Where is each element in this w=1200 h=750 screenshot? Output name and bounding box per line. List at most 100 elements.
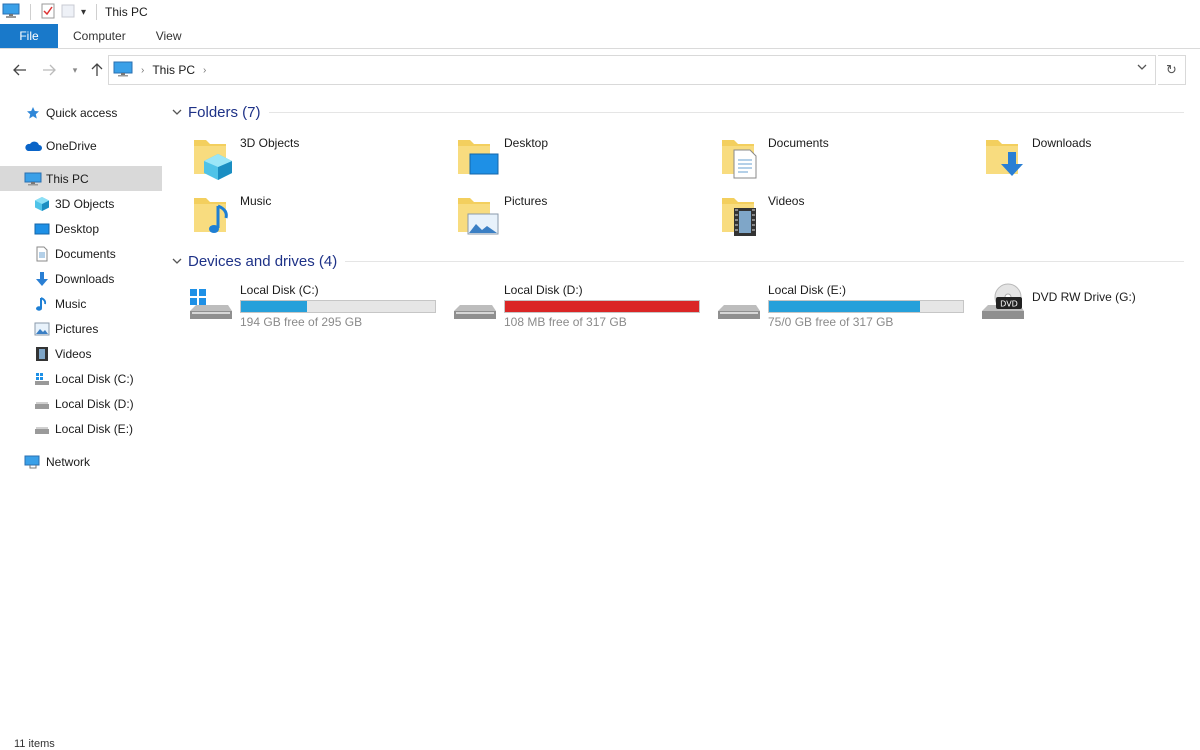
free-space-text: 194 GB free of 295 GB: [240, 315, 363, 329]
download-arrow-icon: [33, 271, 51, 287]
drive-label: Local Disk (E:): [768, 283, 847, 297]
folder-tile-downloads[interactable]: Downloads: [984, 132, 1091, 183]
capacity-bar-fill: [769, 301, 921, 312]
capacity-bar: [240, 300, 436, 313]
chevron-down-icon[interactable]: [172, 254, 188, 268]
toolbar-divider: [96, 4, 98, 20]
star-icon: [24, 105, 42, 121]
drive-icon: [33, 421, 51, 437]
up-button[interactable]: [86, 58, 108, 82]
navigation-pane: Quick access OneDrive This PC 3D Objects…: [0, 100, 162, 720]
chevron-down-icon[interactable]: [172, 105, 188, 119]
sidebar-item-label: Downloads: [55, 271, 115, 286]
content-pane: Folders (7) 3D Objects Desktop Documents…: [172, 100, 1192, 720]
drive-icon: [714, 281, 762, 332]
computer-icon: [2, 3, 20, 22]
cube-icon: [33, 196, 51, 212]
new-folder-icon[interactable]: [61, 3, 75, 22]
music-note-icon: [33, 296, 51, 312]
group-header-folders[interactable]: Folders (7): [172, 100, 1192, 124]
sidebar-item-this-pc[interactable]: This PC: [0, 166, 162, 191]
address-bar[interactable]: › This PC ›: [108, 55, 1156, 85]
toolbar-divider: [30, 4, 31, 20]
document-icon: [720, 132, 764, 183]
drive-tile-local-disk-d[interactable]: Local Disk (D:) 108 MB free of 317 GB: [450, 281, 700, 332]
chevron-right-icon[interactable]: ›: [203, 65, 206, 76]
sidebar-item-quick-access[interactable]: Quick access: [0, 100, 162, 125]
sidebar-item-label: Documents: [55, 246, 116, 261]
chevron-right-icon[interactable]: ›: [141, 65, 144, 76]
navigation-bar: ▾ › This PC › ↻: [0, 54, 1200, 86]
sidebar-item-label: Network: [46, 454, 91, 469]
sidebar-item-local-disk-e[interactable]: Local Disk (E:): [0, 416, 162, 441]
drive-tile-dvd-rw-g[interactable]: DVD DVD RW Drive (G:): [978, 281, 1136, 332]
capacity-bar-fill: [241, 301, 307, 312]
folder-tile-videos[interactable]: Videos: [720, 190, 804, 241]
status-bar-item-count: 11 items: [14, 738, 55, 750]
refresh-button[interactable]: ↻: [1158, 55, 1186, 85]
download-arrow-icon: [984, 132, 1028, 183]
sidebar-item-label: Local Disk (E:): [55, 421, 134, 436]
back-button[interactable]: [9, 58, 31, 82]
folder-label: Videos: [768, 194, 805, 208]
drive-tile-local-disk-c[interactable]: Local Disk (C:) 194 GB free of 295 GB: [186, 281, 436, 332]
folder-label: Desktop: [504, 136, 549, 150]
folder-tile-documents[interactable]: Documents: [720, 132, 829, 183]
sidebar-item-documents[interactable]: Documents: [0, 241, 162, 266]
sidebar-item-desktop[interactable]: Desktop: [0, 216, 162, 241]
back-arrow-icon: [13, 64, 26, 76]
sidebar-item-3d-objects[interactable]: 3D Objects: [0, 191, 162, 216]
properties-icon[interactable]: [41, 3, 55, 22]
sidebar-item-label: Videos: [55, 346, 92, 361]
drive-tile-local-disk-e[interactable]: Local Disk (E:) 75/0 GB free of 317 GB: [714, 281, 964, 332]
sidebar-item-network[interactable]: Network: [0, 449, 162, 474]
group-header-devices-and-drives[interactable]: Devices and drives (4): [172, 249, 1192, 273]
folder-tile-3d-objects[interactable]: 3D Objects: [192, 132, 299, 183]
sidebar-item-onedrive[interactable]: OneDrive: [0, 133, 162, 158]
picture-icon: [456, 190, 500, 241]
divider: [268, 111, 1184, 113]
folder-label: Music: [240, 194, 272, 208]
sidebar-item-downloads[interactable]: Downloads: [0, 266, 162, 291]
sidebar-item-label: Quick access: [46, 105, 118, 120]
customize-toolbar-icon[interactable]: ▾: [81, 7, 86, 18]
windows-drive-icon: [33, 371, 51, 387]
folder-tile-music[interactable]: Music: [192, 190, 271, 241]
folder-tile-desktop[interactable]: Desktop: [456, 132, 548, 183]
tab-computer[interactable]: Computer: [58, 24, 141, 48]
sidebar-item-local-disk-c[interactable]: Local Disk (C:): [0, 366, 162, 391]
folder-tile-pictures[interactable]: Pictures: [456, 190, 547, 241]
sidebar-item-videos[interactable]: Videos: [0, 341, 162, 366]
windows-drive-icon: [186, 281, 234, 332]
title-bar: ▾ This PC: [0, 0, 1200, 24]
drives-grid: Local Disk (C:) 194 GB free of 295 GB Lo…: [172, 273, 1192, 343]
computer-icon: [24, 171, 42, 187]
capacity-bar-fill: [505, 301, 699, 312]
breadcrumb-this-pc[interactable]: This PC: [152, 63, 195, 77]
svg-text:DVD: DVD: [1000, 300, 1018, 309]
film-icon: [720, 190, 764, 241]
sidebar-item-label: This PC: [46, 171, 89, 186]
sidebar-item-music[interactable]: Music: [0, 291, 162, 316]
cloud-icon: [24, 138, 42, 154]
drive-label: DVD RW Drive (G:): [1032, 290, 1136, 304]
sidebar-item-local-disk-d[interactable]: Local Disk (D:): [0, 391, 162, 416]
desktop-icon: [33, 221, 51, 237]
folder-label: 3D Objects: [240, 136, 300, 150]
window-title: This PC: [105, 5, 148, 19]
sidebar-item-pictures[interactable]: Pictures: [0, 316, 162, 341]
tab-view[interactable]: View: [141, 24, 197, 48]
drive-icon: [450, 281, 498, 332]
quick-access-toolbar: ▾: [0, 3, 101, 22]
tab-file[interactable]: File: [0, 24, 58, 48]
capacity-bar: [504, 300, 700, 313]
refresh-icon: ↻: [1166, 62, 1177, 77]
address-dropdown-icon[interactable]: [1137, 62, 1147, 74]
ribbon-tabs: File Computer View: [0, 24, 1200, 49]
forward-button[interactable]: [38, 58, 60, 82]
film-icon: [33, 346, 51, 362]
drive-icon: [33, 396, 51, 412]
recent-locations-button[interactable]: ▾: [64, 58, 86, 82]
sidebar-item-label: Local Disk (D:): [55, 396, 134, 411]
group-title: Devices and drives (4): [188, 252, 338, 270]
